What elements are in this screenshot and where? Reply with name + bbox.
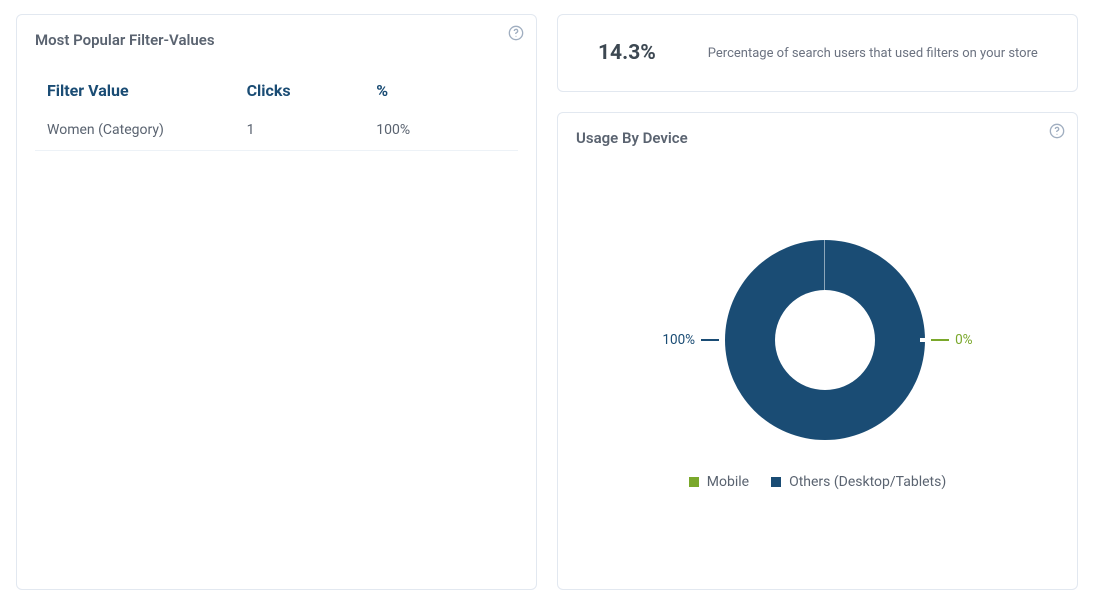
table-row: Women (Category) 1 100% — [35, 110, 518, 151]
help-icon[interactable] — [1049, 123, 1065, 139]
filter-usage-stat-card: 14.3% Percentage of search users that us… — [557, 14, 1078, 92]
card-title: Most Popular Filter-Values — [35, 31, 518, 49]
popular-filter-values-card: Most Popular Filter-Values Filter Value … — [16, 14, 537, 590]
swatch-icon — [771, 477, 781, 487]
help-icon[interactable] — [508, 25, 524, 41]
cell-pct: 100% — [376, 122, 506, 138]
stat-value: 14.3% — [598, 41, 656, 65]
col-filter-value: Filter Value — [47, 81, 247, 100]
donut-ring — [725, 240, 925, 440]
swatch-icon — [689, 477, 699, 487]
tick-icon — [931, 339, 949, 341]
chart-label-mobile: 0% — [925, 332, 972, 348]
card-title: Usage By Device — [576, 129, 1059, 147]
col-clicks: Clicks — [247, 81, 377, 100]
tick-icon — [701, 339, 719, 341]
chart-legend: Mobile Others (Desktop/Tablets) — [689, 474, 946, 490]
cell-clicks: 1 — [247, 122, 377, 138]
filter-table: Filter Value Clicks % Women (Category) 1… — [35, 71, 518, 151]
table-header: Filter Value Clicks % — [35, 71, 518, 110]
chart-label-others: 100% — [662, 332, 725, 348]
cell-value: Women (Category) — [47, 122, 247, 138]
legend-item-mobile[interactable]: Mobile — [689, 474, 749, 490]
col-percent: % — [376, 81, 506, 100]
stat-description: Percentage of search users that used fil… — [708, 46, 1038, 61]
donut-chart: 100% 0% Mobile — [576, 147, 1059, 573]
legend-item-others[interactable]: Others (Desktop/Tablets) — [771, 474, 946, 490]
usage-by-device-card: Usage By Device 100% 0% — [557, 112, 1078, 590]
